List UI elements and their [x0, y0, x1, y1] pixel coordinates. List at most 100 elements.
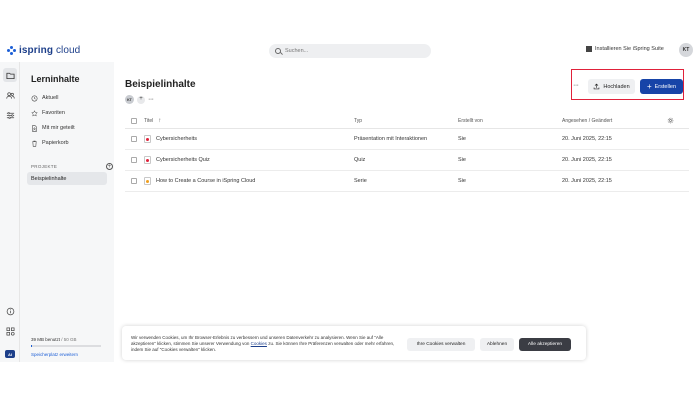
ispring-logo[interactable]: ispring cloud	[7, 45, 80, 56]
content-file-icon	[144, 177, 151, 185]
row-created-by: Sie	[458, 178, 466, 184]
rail-help-button[interactable]	[3, 304, 17, 318]
projects-section-label: PROJEKTE	[31, 164, 58, 169]
row-title[interactable]: Cybersicherheits Quiz	[156, 157, 210, 163]
row-checkbox[interactable]	[131, 157, 137, 163]
content-file-icon	[144, 156, 151, 164]
star-icon	[31, 109, 38, 116]
ai-assistant-button[interactable]: AI	[5, 350, 15, 358]
sidebar-item-label: Favoriten	[42, 110, 65, 116]
sidebar-item-label: Papierkorb	[42, 140, 69, 146]
file-type-dot	[146, 137, 149, 141]
storage-total: / 50 GB	[61, 337, 77, 342]
decline-cookies-button[interactable]: Ablehnen	[480, 338, 514, 351]
row-title-cell: Cybersicherheits	[144, 135, 197, 143]
content-table: Titel ↑ Typ Erstellt von Angesehen / Geän…	[125, 114, 689, 192]
top-bar: ispring cloud Installieren Sie iSpring S…	[0, 40, 700, 62]
row-title-cell: How to Create a Course in iSpring Cloud	[144, 177, 255, 185]
row-type: Quiz	[354, 157, 366, 163]
column-header-type[interactable]: Typ	[354, 118, 362, 124]
sidebar-project-item[interactable]: Beispielinhalte	[27, 172, 107, 185]
upload-label: Hochladen	[603, 83, 630, 90]
expand-storage-link[interactable]: Speicherplatz erweitern	[31, 352, 78, 357]
table-row[interactable]: How to Create a Course in iSpring Cloud S…	[125, 171, 689, 192]
search-icon	[275, 48, 281, 54]
sidebar-item-label: Mit mir geteilt	[42, 125, 75, 131]
storage-bar	[31, 345, 101, 347]
users-icon	[5, 91, 15, 99]
row-title[interactable]: How to Create a Course in iSpring Cloud	[156, 178, 255, 184]
rail-content-button[interactable]	[3, 68, 17, 82]
apps-icon	[6, 327, 15, 336]
row-type: Serie	[354, 178, 367, 184]
storage-bar-fill	[31, 345, 32, 347]
windows-icon	[586, 46, 592, 52]
install-suite-label: Installieren Sie iSpring Suite	[595, 46, 664, 52]
project-members: KT + ···	[125, 95, 154, 104]
cookie-message: Wir verwenden Cookies, um Ihr Browser-Er…	[131, 335, 395, 352]
row-title[interactable]: Cybersicherheits	[156, 136, 197, 142]
row-title-cell: Cybersicherheits Quiz	[144, 156, 210, 164]
search-box[interactable]	[269, 44, 431, 58]
help-icon	[6, 307, 14, 315]
column-header-title[interactable]: Titel ↑	[144, 118, 161, 124]
row-modified: 20. Juni 2025, 22:15	[562, 178, 612, 184]
folder-icon	[5, 72, 15, 79]
shared-icon	[32, 124, 37, 132]
sidebar-item-favorites[interactable]: Favoriten	[31, 108, 113, 118]
row-checkbox[interactable]	[131, 136, 137, 142]
sidebar-item-trash[interactable]: Papierkorb	[31, 138, 113, 148]
table-row[interactable]: Cybersicherheits Quiz Quiz Sie 20. Juni 202…	[125, 150, 689, 171]
select-all-checkbox[interactable]	[131, 118, 137, 124]
column-header-modified[interactable]: Angesehen / Geändert	[562, 118, 612, 124]
column-settings-gear-icon[interactable]	[667, 117, 674, 126]
row-checkbox[interactable]	[131, 178, 137, 184]
upload-icon	[594, 83, 600, 90]
create-label: Erstellen	[654, 83, 677, 90]
project-more-icon[interactable]: ···	[148, 96, 154, 103]
sidebar-item-label: Aktuell	[42, 95, 59, 101]
add-member-button[interactable]: +	[137, 95, 145, 104]
upload-button[interactable]: Hochladen	[588, 79, 635, 94]
row-created-by: Sie	[458, 136, 466, 142]
file-type-dot	[146, 179, 149, 183]
logo-text: ispring cloud	[19, 45, 81, 56]
cookie-banner: Wir verwenden Cookies, um Ihr Browser-Er…	[122, 326, 586, 360]
rail-settings-button[interactable]	[3, 108, 17, 122]
sort-arrow-up-icon: ↑	[158, 118, 162, 124]
page-title: Beispielinhalte	[125, 79, 196, 90]
install-suite-link[interactable]: Installieren Sie iSpring Suite	[586, 46, 664, 52]
sidebar-item-recent[interactable]: Aktuell	[31, 93, 113, 103]
rail-users-button[interactable]	[3, 88, 17, 102]
logo-mark-icon	[7, 46, 16, 55]
accept-all-cookies-button[interactable]: Alle akzeptieren	[519, 338, 571, 351]
table-row[interactable]: Cybersicherheits Präsentation mit Interak…	[125, 129, 689, 150]
projects-section-header: PROJEKTE +	[31, 163, 113, 170]
storage-used: 39 MB benutzt	[31, 337, 61, 342]
user-avatar[interactable]: KT	[679, 43, 693, 57]
main-content: Beispielinhalte KT + ··· ··· Hochladen +…	[114, 62, 700, 362]
column-header-created-by[interactable]: Erstellt von	[458, 118, 483, 124]
sliders-icon	[6, 111, 14, 119]
content-sidebar: Lerninhalte Aktuell Favoriten Mit mir ge…	[20, 62, 114, 362]
row-modified: 20. Juni 2025, 22:15	[562, 157, 612, 163]
table-header: Titel ↑ Typ Erstellt von Angesehen / Geän…	[125, 114, 689, 129]
sidebar-title: Lerninhalte	[31, 74, 80, 84]
row-type: Präsentation mit Interaktionen	[354, 136, 428, 142]
search-input[interactable]	[285, 48, 425, 54]
member-avatar[interactable]: KT	[125, 95, 134, 104]
trash-icon	[32, 140, 37, 147]
row-created-by: Sie	[458, 157, 466, 163]
content-file-icon	[144, 135, 151, 143]
clock-icon	[31, 95, 38, 101]
sidebar-item-shared[interactable]: Mit mir geteilt	[31, 123, 113, 133]
plus-icon: +	[646, 82, 652, 91]
rail-apps-button[interactable]	[3, 324, 17, 338]
create-button[interactable]: + Erstellen	[640, 79, 683, 94]
nav-rail: AI	[0, 62, 20, 362]
add-project-button[interactable]: +	[106, 163, 113, 170]
more-options-icon[interactable]: ···	[573, 82, 579, 89]
row-modified: 20. Juni 2025, 22:15	[562, 136, 612, 142]
cookie-policy-link[interactable]: Cookies	[251, 341, 267, 346]
manage-cookies-button[interactable]: Ihre Cookies verwalten	[407, 338, 475, 351]
